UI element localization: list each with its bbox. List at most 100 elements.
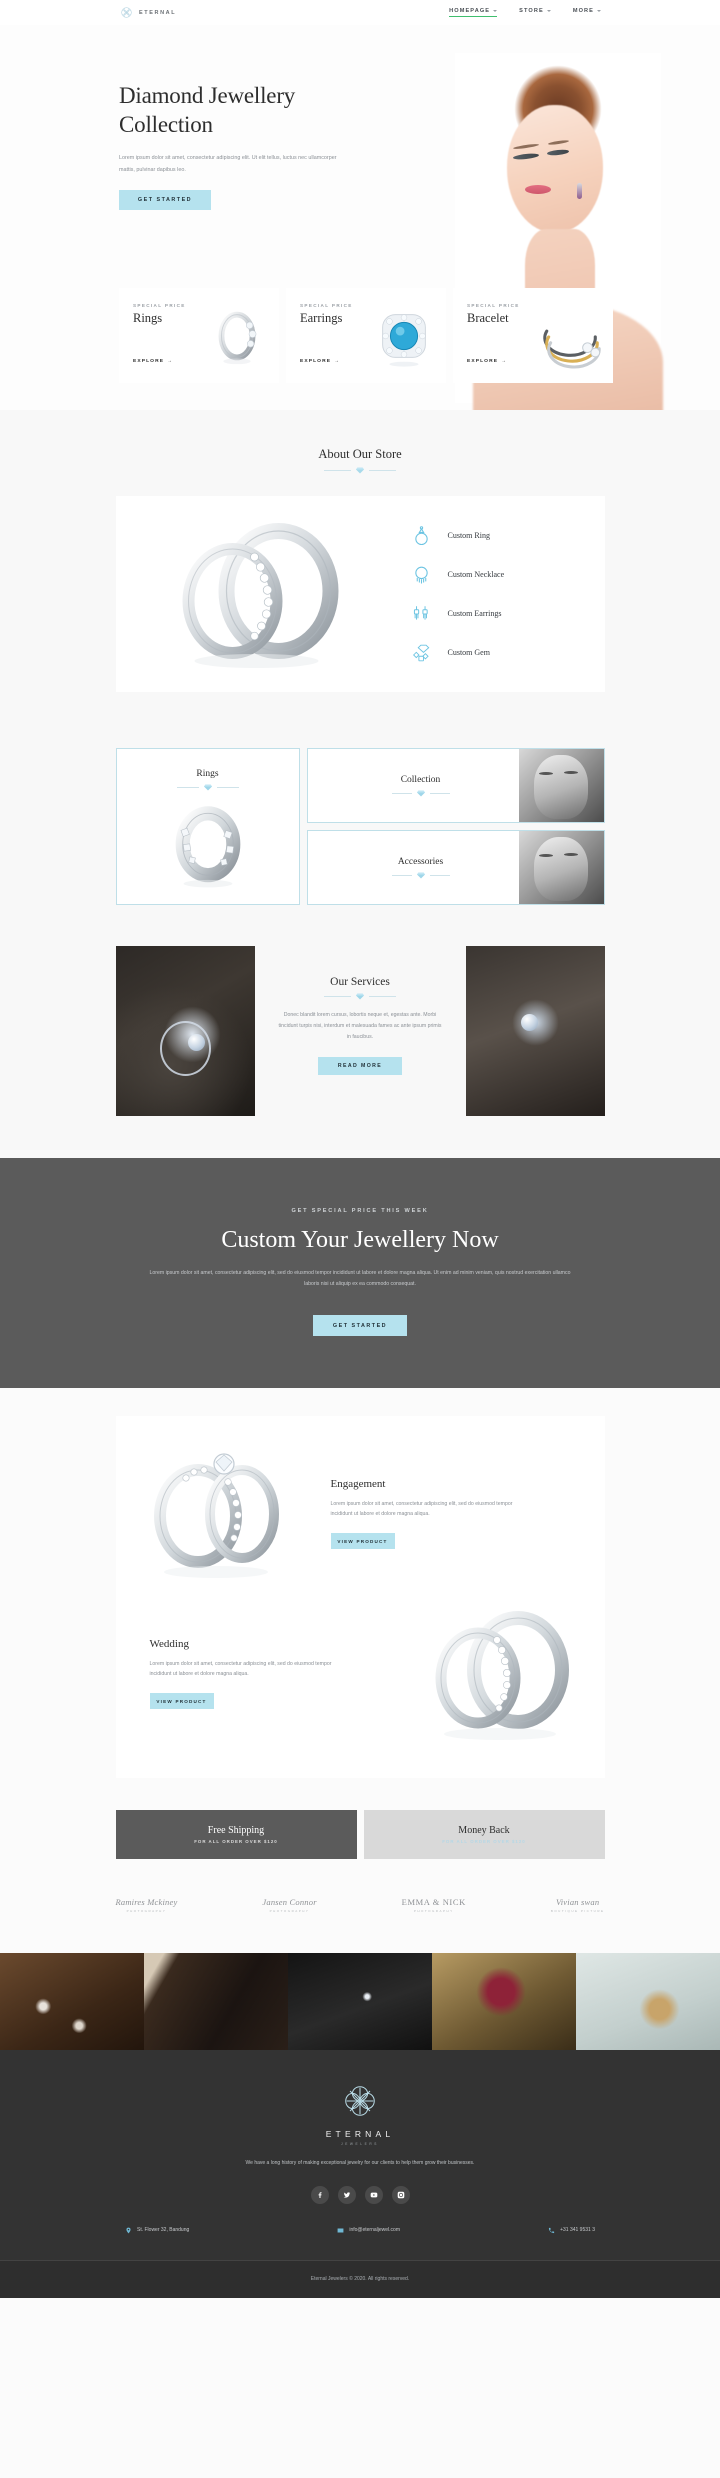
copyright-text: Eternal Jewelers © 2020. All rights rese…: [310, 2275, 410, 2282]
products-section: Engagement Lorem ipsum dolor sit amet, c…: [0, 1388, 720, 1779]
category-title: Rings: [196, 769, 219, 779]
location-pin-icon: [126, 2227, 131, 2234]
price-card-rings[interactable]: SPECIAL PRICE Rings EXPLORE →: [119, 288, 279, 383]
footer-copyright-bar: Eternal Jewelers © 2020. All rights rese…: [0, 2259, 720, 2298]
blue-topaz-halo-gem-image: [382, 314, 426, 367]
contact-address-text: St. Flower 32, Bandung: [137, 2227, 190, 2234]
brand-logo-vivian-swan: Vivian swan BOUTIQUE PICTURE: [551, 1897, 605, 1913]
explore-link-earrings[interactable]: EXPLORE →: [300, 359, 340, 364]
category-tile-accessories[interactable]: Accessories: [306, 830, 605, 905]
social-link-facebook[interactable]: [310, 2185, 329, 2204]
about-item-custom-necklace[interactable]: Custom Necklace: [413, 565, 505, 585]
view-product-button-wedding[interactable]: VIEW PRODUCT: [149, 1693, 214, 1709]
earrings-outline-icon: [413, 605, 428, 620]
about-item-label: Custom Necklace: [447, 570, 505, 579]
gem-cluster-outline-icon: [412, 644, 429, 661]
social-link-youtube[interactable]: [364, 2185, 383, 2204]
solitaire-ring-dark-stone-photo: [115, 946, 255, 1116]
contact-email[interactable]: info@eternaljewel.com: [337, 2227, 400, 2234]
product-row-wedding: Wedding Lorem ipsum dolor sit amet, cons…: [116, 1598, 605, 1748]
category-title: Accessories: [397, 856, 444, 867]
footer-brand-name: ETERNAL: [325, 2129, 395, 2140]
chevron-down-icon: [546, 10, 551, 12]
about-item-custom-earrings[interactable]: Custom Earrings: [413, 604, 505, 624]
services-text: Donec blandit lorem cursus, lobortis neq…: [278, 1012, 442, 1040]
hero-get-started-button[interactable]: GET STARTED: [119, 190, 211, 211]
contact-address[interactable]: St. Flower 32, Bandung: [125, 2227, 189, 2234]
social-link-twitter[interactable]: [337, 2185, 356, 2204]
logo-text: ETERNAL: [139, 9, 177, 16]
gallery-image-ruby-ring-closeup[interactable]: [432, 1953, 576, 2051]
phone-icon: [548, 2227, 555, 2233]
banner-free-shipping[interactable]: Free Shipping FOR ALL ORDER OVER $120: [115, 1810, 357, 1860]
arrow-right-icon: →: [167, 359, 174, 364]
silver-diamond-ring-image: [218, 311, 257, 365]
footer-brand-subtitle: JEWELERS: [341, 2142, 379, 2147]
category-title: Collection: [400, 774, 441, 785]
double-band-diamond-ring-image: [182, 523, 338, 668]
about-item-custom-gem[interactable]: Custom Gem: [412, 643, 505, 663]
banner-money-back[interactable]: Money Back FOR ALL ORDER OVER $120: [363, 1810, 605, 1860]
explore-link-rings[interactable]: EXPLORE →: [133, 359, 173, 364]
nav-item-store[interactable]: STORE: [519, 8, 551, 17]
diamond-divider-icon: [416, 790, 425, 796]
gallery-image-diamonds-on-wood[interactable]: [0, 1953, 144, 2051]
about-item-label: Custom Gem: [447, 648, 490, 657]
brand-logo-emma-and-nick: EMMA & NICK PHOTOGRAPHY: [402, 1897, 466, 1913]
social-link-instagram[interactable]: [391, 2185, 410, 2204]
view-product-button-engagement[interactable]: VIEW PRODUCT: [330, 1533, 395, 1549]
section-divider: [255, 993, 466, 1000]
gallery-image-drop-earrings-in-box[interactable]: [144, 1953, 288, 2051]
chevron-down-icon: [597, 10, 601, 12]
ring-outline-icon: [414, 525, 428, 545]
cta-get-started-button[interactable]: GET STARTED: [313, 1315, 407, 1337]
woman-with-rings-bw-photo: [518, 749, 604, 822]
hero-section: Diamond Jewellery Collection Lorem ipsum…: [0, 25, 720, 410]
product-title-wedding: Wedding: [149, 1637, 189, 1650]
brand-subtitle: PHOTOGRAPHY: [126, 1909, 167, 1914]
brand-subtitle: BOUTIQUE PICTURE: [550, 1909, 605, 1914]
envelope-icon: [337, 2228, 344, 2233]
gallery-strip: [0, 1953, 720, 2051]
brand-name: Vivian swan: [555, 1897, 600, 1908]
category-tile-rings[interactable]: Rings: [115, 748, 300, 905]
site-footer: ETERNAL JEWELERS We have a long history …: [0, 2050, 720, 2298]
banner-title: Free Shipping: [207, 1825, 265, 1837]
brand-name: Jansen Connor: [262, 1897, 317, 1908]
diamond-divider-icon: [416, 872, 425, 878]
arrow-right-icon: →: [334, 359, 341, 364]
footer-description: We have a long history of making excepti…: [245, 2160, 475, 2167]
explore-link-bracelet[interactable]: EXPLORE →: [467, 359, 507, 364]
nav-item-homepage[interactable]: HOMEPAGE: [449, 8, 498, 17]
diamond-divider-icon: [356, 467, 364, 474]
category-divider: [391, 790, 450, 797]
gallery-image-diamond-tennis-bracelet[interactable]: [288, 1953, 432, 2051]
about-item-custom-ring[interactable]: Custom Ring: [413, 525, 505, 546]
special-price-cards: SPECIAL PRICE Rings EXPLORE → SPECIAL PR…: [119, 288, 613, 383]
nav-item-more[interactable]: MORE: [573, 8, 601, 17]
cta-text: Lorem ipsum dolor sit amet, consectetur …: [149, 1270, 571, 1288]
contact-phone-text: +31 341 9531 3: [560, 2227, 595, 2234]
eternal-flower-logo-icon: [345, 2086, 375, 2117]
diamond-divider-icon: [356, 993, 364, 1000]
product-text-wedding: Lorem ipsum dolor sit amet, consectetur …: [149, 1660, 332, 1678]
gold-silver-bangle-image: [543, 329, 601, 369]
eternal-flower-logo-icon: [121, 7, 132, 18]
about-title: About Our Store: [318, 447, 402, 461]
explore-label: EXPLORE: [133, 359, 165, 364]
diamond-divider-icon: [203, 784, 212, 791]
hero-subtitle: Lorem ipsum dolor sit amet, consectetur …: [119, 154, 337, 173]
price-card-bracelet[interactable]: SPECIAL PRICE Bracelet EXPLORE →: [453, 288, 613, 383]
gallery-image-two-gold-bands[interactable]: [576, 1953, 720, 2051]
services-read-more-button[interactable]: READ MORE: [318, 1056, 402, 1075]
category-divider: [391, 872, 450, 879]
site-header: ETERNAL HOMEPAGE STORE MORE: [0, 0, 720, 25]
price-card-earrings[interactable]: SPECIAL PRICE Earrings EXPLORE →: [286, 288, 446, 383]
brand-logo-ramires-mckiney: Ramires Mckiney PHOTOGRAPHY: [116, 1897, 178, 1913]
instagram-icon: [397, 2191, 404, 2199]
contact-phone[interactable]: +31 341 9531 3: [548, 2227, 595, 2234]
promo-banners-section: Free Shipping FOR ALL ORDER OVER $120 Mo…: [0, 1778, 720, 1860]
category-tile-collection[interactable]: Collection: [306, 748, 605, 823]
youtube-icon: [370, 2192, 377, 2198]
site-logo[interactable]: ETERNAL: [119, 5, 176, 20]
